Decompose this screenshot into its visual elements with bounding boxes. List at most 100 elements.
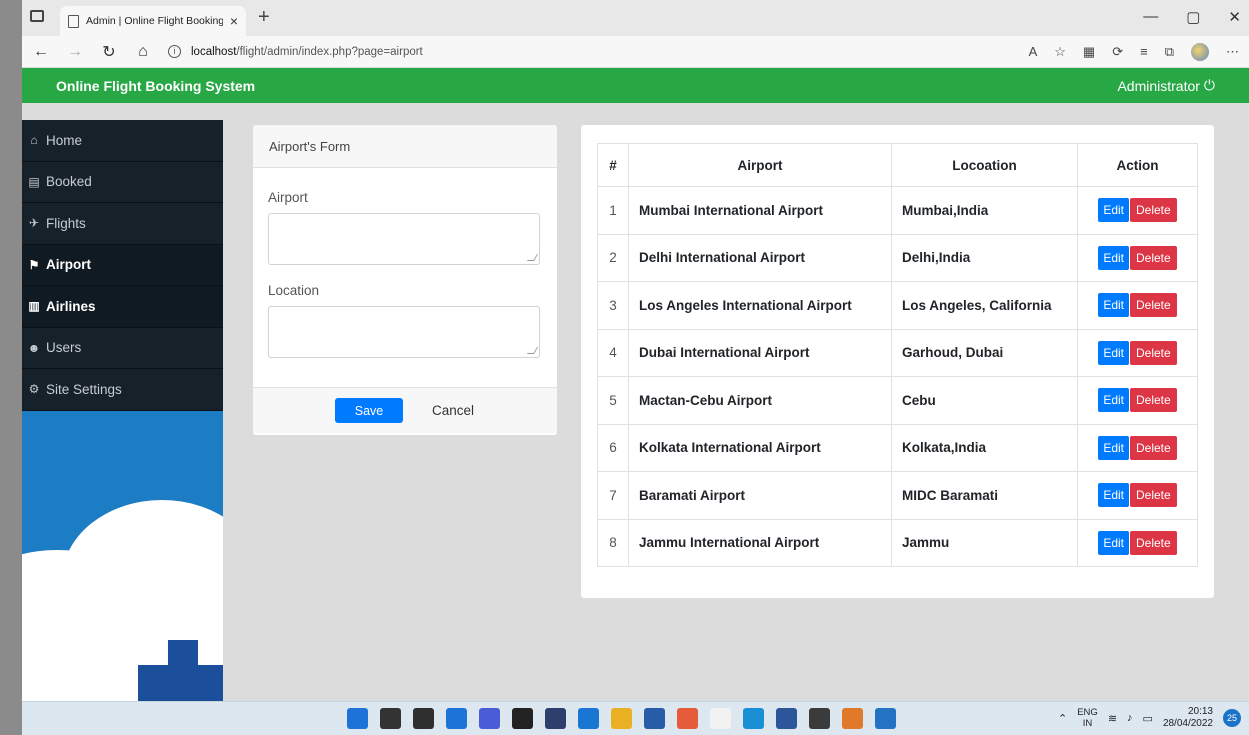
language-indicator[interactable]: ENG IN: [1077, 707, 1098, 729]
info-icon[interactable]: i: [168, 45, 181, 58]
taskbar-app-icon[interactable]: [710, 708, 731, 729]
edit-button[interactable]: Edit: [1098, 340, 1129, 365]
home-browser-icon[interactable]: ⌂: [134, 43, 152, 61]
tab-title: Admin | Online Flight Booking Sy: [86, 15, 223, 27]
airport-location: Cebu: [891, 376, 1078, 425]
taskbar-app-icon[interactable]: [644, 708, 665, 729]
table-row: 5 Mactan-Cebu Airport Cebu Edit Delete: [597, 376, 1198, 425]
profile-avatar[interactable]: [1191, 42, 1209, 61]
table-header-row: # Airport Locoation Action: [597, 143, 1198, 187]
close-window-button[interactable]: ✕: [1228, 8, 1241, 26]
delete-button[interactable]: Delete: [1130, 483, 1177, 508]
delete-button[interactable]: Delete: [1130, 340, 1177, 365]
airport-location: Delhi,India: [891, 233, 1078, 282]
delete-button[interactable]: Delete: [1130, 530, 1177, 555]
power-icon[interactable]: ⏻: [1204, 77, 1215, 94]
location-input[interactable]: [268, 306, 540, 358]
sidebar-item-airlines[interactable]: ▥ Airlines: [22, 286, 223, 328]
minimize-button[interactable]: —: [1143, 8, 1158, 26]
row-number: 2: [597, 233, 629, 282]
collections-icon[interactable]: ⧉: [1165, 44, 1174, 60]
edit-button[interactable]: Edit: [1098, 388, 1129, 413]
title-bar: Admin | Online Flight Booking Sy × + — ▢…: [22, 0, 1249, 36]
more-menu-icon[interactable]: ⋯: [1226, 44, 1239, 60]
sidebar-item-label: Airlines: [46, 298, 96, 314]
edit-button[interactable]: Edit: [1098, 293, 1129, 318]
edit-button[interactable]: Edit: [1098, 198, 1129, 223]
delete-button[interactable]: Delete: [1130, 435, 1177, 460]
battery-icon[interactable]: ▭: [1143, 712, 1153, 725]
taskbar-app-icon[interactable]: [611, 708, 632, 729]
forward-icon[interactable]: →: [66, 43, 84, 61]
sidebar-item-booked[interactable]: ▤ Booked: [22, 162, 223, 203]
taskbar-app-icon[interactable]: [479, 708, 500, 729]
sidebar-item-label: Flights: [46, 215, 86, 231]
read-aloud-icon[interactable]: A: [1029, 44, 1038, 59]
table-row: 8 Jammu International Airport Jammu Edit Del…: [597, 518, 1198, 567]
taskbar-app-icon[interactable]: [545, 708, 566, 729]
sidebar-item-home[interactable]: ⌂ Home: [22, 120, 223, 162]
search-icon[interactable]: [380, 708, 401, 729]
airport-location: Garhoud, Dubai: [891, 328, 1078, 377]
taskbar-app-icon[interactable]: [413, 708, 434, 729]
taskbar-app-icon[interactable]: [875, 708, 896, 729]
start-icon[interactable]: [347, 708, 368, 729]
sidebar-item-airport[interactable]: ⚑ Airport: [22, 244, 223, 286]
volume-icon[interactable]: ♪: [1127, 712, 1133, 724]
taskbar-app-icon[interactable]: [512, 708, 533, 729]
building-decoration: [138, 665, 223, 701]
taskbar-app-icon[interactable]: [677, 708, 698, 729]
lang-code: ENG: [1077, 707, 1098, 718]
back-icon[interactable]: ←: [32, 43, 50, 61]
taskbar-app-icon[interactable]: [809, 708, 830, 729]
sidebar-item-site-settings[interactable]: ⚙ Site Settings: [22, 369, 223, 411]
taskbar-app-icon[interactable]: [842, 708, 863, 729]
edit-button[interactable]: Edit: [1098, 245, 1129, 270]
edit-button[interactable]: Edit: [1098, 483, 1129, 508]
delete-button[interactable]: Delete: [1130, 293, 1177, 318]
airport-location: Los Angeles, California: [891, 281, 1078, 330]
shopping-icon[interactable]: ▦: [1083, 44, 1095, 60]
wifi-icon[interactable]: ≋: [1108, 712, 1117, 725]
lang-region: IN: [1082, 718, 1093, 729]
sidebar-item-users[interactable]: ☻ Users: [22, 328, 223, 369]
airport-input[interactable]: [268, 213, 540, 265]
delete-button[interactable]: Delete: [1130, 388, 1177, 413]
sidebar: ⌂ Home ▤ Booked ✈ Flights ⚑ Airport ▥ Airlines ☻ Us…: [22, 120, 223, 701]
taskbar-app-icon[interactable]: [446, 708, 467, 729]
url-field[interactable]: i localhost/flight/admin/index.php?page=…: [168, 45, 1013, 58]
taskbar-app-icon[interactable]: [776, 708, 797, 729]
taskbar-app-icon[interactable]: [578, 708, 599, 729]
url-text: localhost/flight/admin/index.php?page=ai…: [191, 45, 423, 58]
clock[interactable]: 20:13 28/04/2022: [1163, 706, 1213, 730]
cancel-button[interactable]: Cancel: [419, 403, 487, 418]
brand-title[interactable]: Online Flight Booking System: [56, 78, 255, 94]
delete-button[interactable]: Delete: [1130, 245, 1177, 270]
user-menu[interactable]: Administrator ⏻: [1117, 77, 1215, 94]
sidebar-item-label: Home: [46, 132, 83, 148]
edit-button[interactable]: Edit: [1098, 530, 1129, 555]
time: 20:13: [1187, 706, 1213, 717]
notification-badge[interactable]: 25: [1223, 709, 1241, 727]
sidebar-item-label: Booked: [46, 174, 92, 190]
refresh-icon[interactable]: ↻: [100, 42, 118, 62]
chevron-up-icon[interactable]: ⌃: [1058, 712, 1067, 725]
sidebar-item-flights[interactable]: ✈ Flights: [22, 203, 223, 245]
edit-button[interactable]: Edit: [1098, 435, 1129, 460]
tab-actions-icon[interactable]: [30, 10, 44, 22]
tab-close-icon[interactable]: ×: [230, 13, 238, 29]
browser-tab[interactable]: Admin | Online Flight Booking Sy ×: [60, 6, 246, 36]
taskbar-app-icon[interactable]: [743, 708, 764, 729]
extensions-icon[interactable]: ⟳: [1112, 44, 1123, 60]
col-number: #: [597, 143, 629, 187]
favorite-icon[interactable]: ☆: [1054, 44, 1066, 60]
maximize-button[interactable]: ▢: [1186, 8, 1200, 26]
save-button[interactable]: Save: [335, 398, 403, 423]
home-icon: ⌂: [30, 133, 38, 148]
airport-location: MIDC Baramati: [891, 471, 1078, 520]
delete-button[interactable]: Delete: [1130, 198, 1177, 223]
form-footer: Save Cancel: [253, 387, 557, 433]
new-tab-button[interactable]: +: [258, 6, 270, 29]
form-title: Airport's Form: [253, 125, 557, 168]
favorites-bar-icon[interactable]: ≡: [1140, 44, 1148, 59]
